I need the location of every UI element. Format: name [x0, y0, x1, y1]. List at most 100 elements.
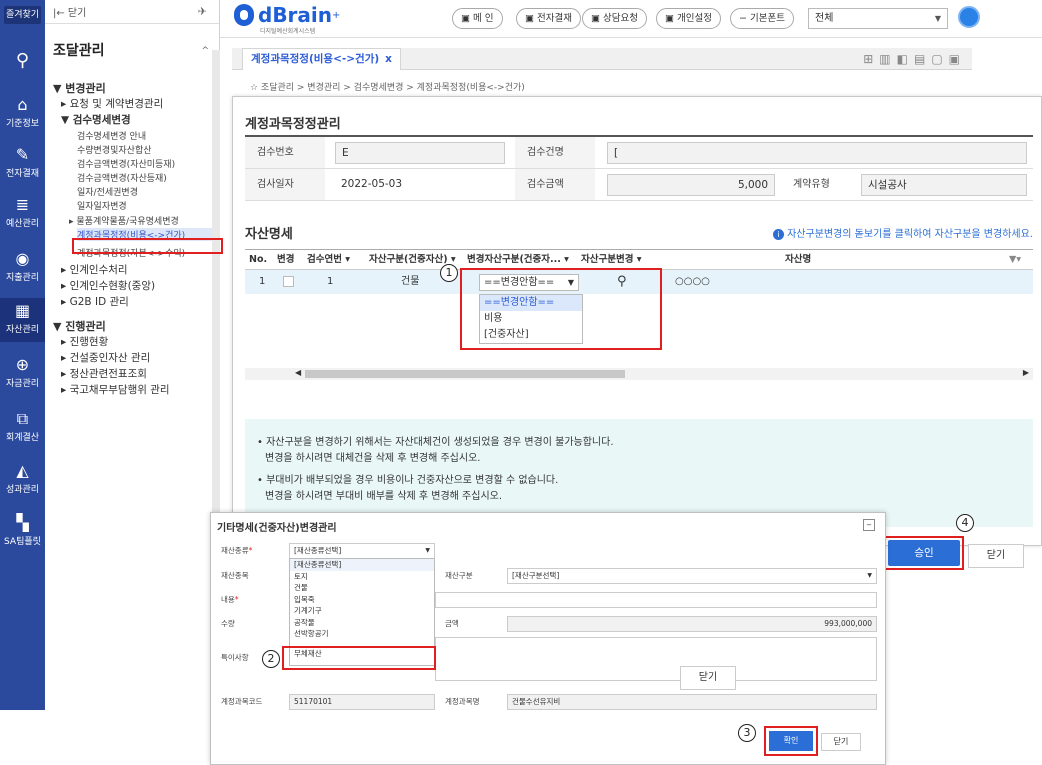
tree-item[interactable]: ▼ 변경관리 [53, 80, 106, 96]
amount-field[interactable]: 993,000,000 [507, 616, 877, 632]
dialog-title: 기타명세(건중자산)변경관리 [217, 523, 337, 534]
tree-item[interactable]: ▸ 진행현황 [61, 334, 108, 349]
tree-item[interactable]: 일자/전세권변경 [77, 185, 138, 198]
close-button[interactable]: 닫기 [680, 666, 736, 690]
nav-asset[interactable]: ▦ 자산관리 [0, 298, 45, 342]
tree-item[interactable]: ▸ G2B ID 관리 [61, 294, 129, 309]
chevron-down-icon: ▼ [867, 572, 872, 579]
step-marker: 2 [262, 650, 280, 668]
tree-item[interactable]: ▸ 인계인수처리 [61, 262, 128, 277]
tree-item[interactable]: ▸ 정산관련전표조회 [61, 366, 147, 381]
tree-item[interactable]: 검수금액변경(자산미등재) [77, 157, 175, 170]
tree-item[interactable]: ▸ 요청 및 계약변경관리 [61, 96, 163, 111]
highlight-box [884, 536, 964, 570]
nav-expense[interactable]: ◉ 지출관리 [0, 249, 45, 284]
brand-logo[interactable]: dBrain + 디지털예산회계시스템 [234, 4, 340, 35]
tree-item[interactable]: 일자일자변경 [77, 199, 127, 212]
inspection-name-field[interactable]: [ [607, 142, 1027, 164]
consult-request-button[interactable]: ▣ 상담요청 [582, 8, 647, 29]
inspection-no-field[interactable]: E [335, 142, 505, 164]
nav-accounting[interactable]: ⧉ 회계결산 [0, 410, 45, 444]
dropdown-option[interactable]: [재산종류선택] [290, 559, 434, 571]
asset-class-select[interactable]: [재산구분선택] ▼ [507, 568, 877, 584]
inspection-amount-field[interactable]: 5,000 [607, 174, 775, 196]
close-button[interactable]: 닫기 [968, 544, 1024, 568]
nav-sa-template[interactable]: ▚ SA팀플릿 [0, 513, 45, 548]
budget-icon: ≣ [15, 195, 30, 214]
search-icon[interactable]: ⚲ [0, 50, 45, 71]
e-approval-button[interactable]: ▣ 전자결재 [516, 8, 581, 29]
avatar[interactable] [958, 6, 980, 28]
special-notes-field[interactable] [435, 637, 877, 681]
main-button[interactable]: ▣ 메 인 [452, 8, 503, 29]
tree-header: |← 닫기 [45, 0, 219, 24]
tree-item[interactable]: 검수금액변경(자산등재) [77, 171, 167, 184]
tree-item[interactable]: ▸ 국고채무부담행위 관리 [61, 382, 170, 397]
scroll-thumb [305, 370, 625, 378]
close-menu-button[interactable]: |← 닫기 [53, 4, 86, 19]
account-code-field[interactable]: 51170101 [289, 694, 435, 710]
step-marker: 1 [440, 264, 458, 282]
tree-item[interactable]: ▸ 물품계약물품/국유명세변경 [69, 214, 179, 227]
dropdown-option[interactable]: 기계기구 [290, 605, 434, 617]
dropdown-option[interactable]: 건물 [290, 582, 434, 594]
step-marker: 4 [956, 514, 974, 532]
personal-settings-button[interactable]: ▣ 개인설정 [656, 8, 721, 29]
home-icon: ⌂ [17, 95, 28, 114]
tab-strip: 계정과목정정(비용<->건가) x ⊞▥◧▤▢▣ [232, 48, 972, 70]
tree-item[interactable]: ▼ 검수명세변경 [61, 112, 131, 127]
grid-header: No. 변경 검수연번 ▾ 자산구분(건중자산) ▾ 변경자산구분(건중자...… [245, 250, 1033, 270]
tree-item[interactable]: 수량변경및자산합산 [77, 143, 152, 156]
dropdown-option[interactable]: 공작물 [290, 617, 434, 629]
sa-icon: ▚ [16, 513, 29, 532]
nav-e-approval[interactable]: ✎ 전자결재 [0, 146, 45, 180]
fund-icon: ⊕ [15, 355, 30, 374]
highlight-box [764, 726, 818, 756]
inspection-form: 검수번호 E 검수건명 [ 검사일자 2022-05-03 검수금액 5,000… [245, 135, 1033, 201]
content-field[interactable] [435, 592, 877, 608]
asset-note: i 자산구분변경의 돋보기를 클릭하여 자산구분을 변경하세요. [773, 225, 1033, 240]
asset-icon: ▦ [14, 301, 31, 320]
nav-fund[interactable]: ⊕ 자금관리 [0, 355, 45, 390]
font-select[interactable]: 전체 ▼ [808, 8, 948, 29]
tree-title: 조달관리 [53, 43, 105, 59]
tree-item[interactable]: ▼ 진행관리 [53, 318, 106, 334]
notice-box: • 자산구분을 변경하기 위해서는 자산대체건이 생성되었을 경우 변경이 불가… [245, 419, 1033, 527]
tab-active[interactable]: 계정과목정정(비용<->건가) x [242, 48, 401, 70]
filter-icon[interactable]: ▼▾ [1009, 250, 1021, 270]
dropdown-option[interactable]: 선박항공기 [290, 628, 434, 640]
logo-mark-icon [234, 4, 254, 26]
pin-icon[interactable]: ✈ [198, 5, 207, 18]
favorites-button[interactable]: 즐겨찾기 [4, 6, 41, 24]
minimize-button[interactable]: − [863, 519, 875, 531]
nav-performance[interactable]: ◭ 성과관리 [0, 461, 45, 496]
chart-icon: ◭ [16, 461, 29, 480]
chevron-down-icon: ▼ [425, 547, 430, 554]
layout-icons[interactable]: ⊞▥◧▤▢▣ [863, 52, 966, 66]
chevron-up-icon[interactable]: ^ [201, 46, 209, 56]
close-button[interactable]: 닫기 [821, 733, 861, 751]
nav-basic-info[interactable]: ⌂ 기준정보 [0, 95, 45, 130]
highlight-box [460, 268, 662, 350]
nav-budget[interactable]: ≣ 예산관리 [0, 195, 45, 230]
asset-kind-select[interactable]: [재산종류선택] ▼ [289, 543, 435, 559]
font-size-button[interactable]: − 기본폰트 [730, 8, 794, 29]
tree-item[interactable]: ▸ 건설중인자산 관리 [61, 350, 150, 365]
highlight-box [72, 238, 223, 254]
tree-item[interactable]: 검수명세변경 안내 [77, 129, 146, 142]
contract-type-field[interactable]: 시설공사 [861, 174, 1027, 196]
chevron-down-icon: ▼ [934, 14, 941, 23]
scroll-left-icon: ◀ [295, 368, 302, 377]
close-tab-icon[interactable]: x [385, 53, 392, 65]
account-name-field[interactable]: 건물수선유지비 [507, 694, 877, 710]
horizontal-scrollbar[interactable]: ◀ ▶ [245, 368, 1033, 380]
asset-section-title: 자산명세 [245, 227, 293, 242]
tree-item[interactable]: ▸ 인계인수현황(중앙) [61, 278, 155, 293]
change-checkbox[interactable] [283, 276, 294, 287]
dropdown-option[interactable]: 입목죽 [290, 594, 434, 606]
page-title: 계정과목정정관리 [245, 117, 341, 132]
dropdown-option[interactable]: 토지 [290, 571, 434, 583]
receipt-icon: ◉ [15, 249, 30, 268]
inspection-date-value: 2022-05-03 [341, 178, 403, 190]
icon-sidebar: 즐겨찾기 ⚲ ⌂ 기준정보 ✎ 전자결재 ≣ 예산관리 ◉ 지출관리 ▦ 자산관… [0, 0, 45, 710]
